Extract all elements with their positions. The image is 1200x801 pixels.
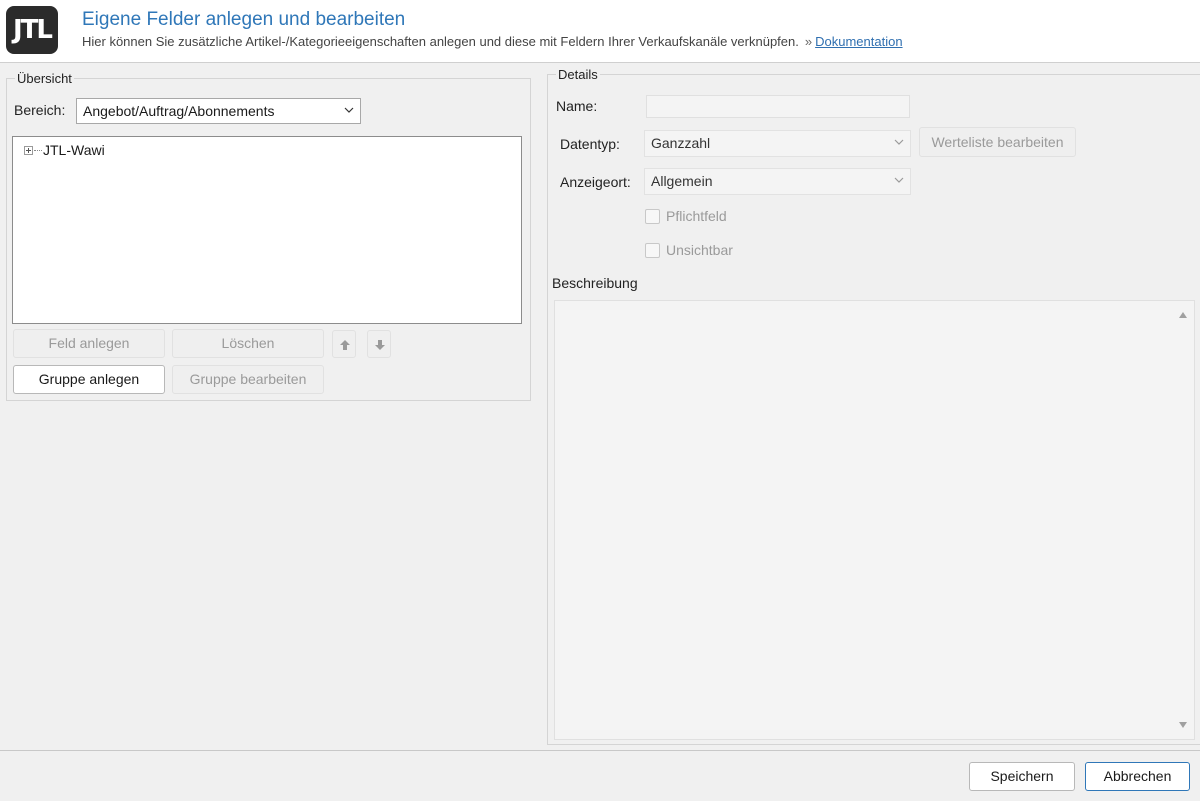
move-down-button[interactable] xyxy=(367,330,391,358)
anzeigeort-dropdown[interactable]: Allgemein xyxy=(644,168,911,195)
beschreibung-label: Beschreibung xyxy=(552,275,638,291)
chevron-down-icon xyxy=(344,107,354,113)
name-label: Name: xyxy=(556,98,598,114)
anzeigeort-label: Anzeigeort: xyxy=(560,174,631,190)
jtl-logo: JTL xyxy=(6,6,58,54)
documentation-link[interactable]: Dokumentation xyxy=(815,34,902,49)
chevron-down-icon xyxy=(894,177,904,183)
arrow-up-icon xyxy=(340,340,350,350)
tree-node-label: JTL-Wawi xyxy=(43,142,105,158)
gruppe-anlegen-button[interactable]: Gruppe anlegen xyxy=(13,365,165,394)
tree-node-jtl-wawi[interactable]: JTL-Wawi xyxy=(24,142,105,158)
tree-connector xyxy=(34,149,42,151)
pflichtfeld-label: Pflichtfeld xyxy=(666,208,727,224)
scroll-down-icon[interactable] xyxy=(1178,721,1188,729)
overview-legend: Übersicht xyxy=(15,71,74,86)
scroll-up-icon[interactable] xyxy=(1178,311,1188,319)
bereich-dropdown[interactable]: Angebot/Auftrag/Abonnements xyxy=(76,98,361,124)
pflichtfeld-checkbox[interactable]: Pflichtfeld xyxy=(645,208,727,224)
datentyp-value: Ganzzahl xyxy=(651,135,711,151)
save-button[interactable]: Speichern xyxy=(969,762,1075,791)
gruppe-bearbeiten-button[interactable]: Gruppe bearbeiten xyxy=(172,365,324,394)
datentyp-label: Datentyp: xyxy=(560,136,620,152)
chevron-down-icon xyxy=(894,139,904,145)
beschreibung-textarea[interactable] xyxy=(554,300,1195,740)
raquo-icon: » xyxy=(804,34,813,49)
arrow-down-icon xyxy=(375,340,385,350)
dialog-subtitle: Hier können Sie zusätzliche Artikel-/Kat… xyxy=(82,34,903,49)
details-legend: Details xyxy=(556,67,600,82)
loeschen-button[interactable]: Löschen xyxy=(172,329,324,358)
move-up-button[interactable] xyxy=(332,330,356,358)
dialog-title: Eigene Felder anlegen und bearbeiten xyxy=(82,9,406,30)
bereich-label: Bereich: xyxy=(14,102,66,118)
bereich-value: Angebot/Auftrag/Abonnements xyxy=(83,103,275,119)
dialog-header: JTL Eigene Felder anlegen und bearbeiten… xyxy=(0,0,1200,63)
unsichtbar-label: Unsichtbar xyxy=(666,242,733,258)
name-field[interactable] xyxy=(646,95,910,118)
unsichtbar-checkbox[interactable]: Unsichtbar xyxy=(645,242,733,258)
expand-plus-icon[interactable] xyxy=(24,145,33,155)
field-tree[interactable]: JTL-Wawi xyxy=(12,136,522,324)
feld-anlegen-button[interactable]: Feld anlegen xyxy=(13,329,165,358)
datentyp-dropdown[interactable]: Ganzzahl xyxy=(644,130,911,157)
checkbox-box[interactable] xyxy=(645,208,660,224)
subtitle-text: Hier können Sie zusätzliche Artikel-/Kat… xyxy=(82,34,799,49)
werteliste-bearbeiten-button[interactable]: Werteliste bearbeiten xyxy=(919,127,1076,157)
checkbox-box[interactable] xyxy=(645,242,660,258)
anzeigeort-value: Allgemein xyxy=(651,173,713,189)
cancel-button[interactable]: Abbrechen xyxy=(1085,762,1190,791)
footer-divider xyxy=(0,750,1200,751)
